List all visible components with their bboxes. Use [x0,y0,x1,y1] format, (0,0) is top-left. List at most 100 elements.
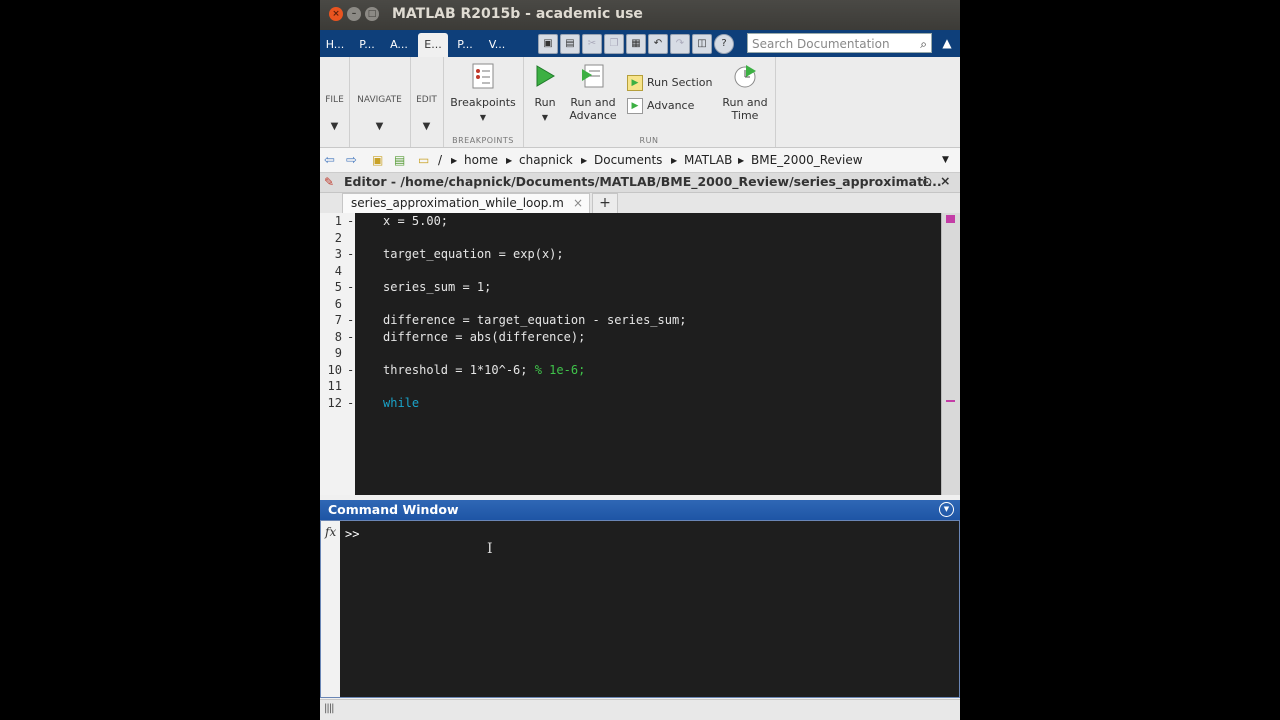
path-segment-documents[interactable]: Documents [594,153,662,167]
function-browser-icon[interactable]: fx [325,525,336,539]
run-icon [536,65,555,87]
window-close-button[interactable]: × [329,7,343,21]
run-and-advance-button[interactable]: Run and Advance [567,63,619,122]
breakpoints-dropdown-icon[interactable]: ▼ [443,111,523,124]
run-dropdown-icon[interactable]: ▼ [529,111,561,124]
window-minimize-button[interactable]: – [347,7,361,21]
paste-icon[interactable]: ▦ [626,34,646,54]
code-line[interactable]: threshold = 1*10^-6; % 1e-6; [383,363,585,377]
help-icon[interactable]: ? [714,34,734,54]
code-text: differnce = abs(difference); [383,329,586,344]
up-folder-icon[interactable]: ▣ [372,153,383,167]
redo-icon[interactable]: ↷ [670,34,690,54]
line-number[interactable]: 6 [320,297,342,311]
line-number[interactable]: 12 [320,396,342,410]
switch-windows-icon[interactable]: ◫ [692,34,712,54]
file-tab-label: series_approximation_while_loop.m [351,196,564,210]
run-and-time-button[interactable]: Run and Time [719,63,771,122]
path-segment-home[interactable]: home [464,153,498,167]
tab-editor[interactable]: E... [418,33,448,57]
breakpoint-marker[interactable]: - [347,363,354,377]
status-bar-grip[interactable]: |||| [324,703,335,714]
command-prompt: >> [345,527,360,541]
tab-home[interactable]: H... [322,33,348,57]
line-number[interactable]: 9 [320,346,342,360]
run-button[interactable]: Run ▼ [529,63,561,124]
code-line[interactable]: series_sum = 1; [383,280,491,294]
undo-icon[interactable]: ↶ [648,34,668,54]
navigate-section[interactable]: NAVIGATE ▼ [349,57,411,147]
breakpoint-marker[interactable]: - [347,396,354,410]
advance-label: Advance [647,99,695,112]
line-number[interactable]: 3 [320,247,342,261]
tab-view[interactable]: V... [484,33,510,57]
path-segment-matlab[interactable]: MATLAB [684,153,732,167]
editor-actions-icon[interactable]: ⊙ [922,174,932,189]
back-arrow-icon[interactable]: ⇦ [324,153,335,168]
cut-icon[interactable]: ✂ [582,34,602,54]
line-number[interactable]: 10 [320,363,342,377]
file-section[interactable]: FILE ▼ [320,57,350,147]
path-separator-icon: ▶ [506,156,513,165]
code-line[interactable]: difference = target_equation - series_su… [383,313,686,327]
search-documentation-input[interactable]: Search Documentation ⌕ [747,33,932,53]
edit-section[interactable]: EDIT ▼ [410,57,444,147]
run-section-button[interactable]: ▶ Run Section [627,75,712,91]
code-line[interactable]: while [383,396,419,410]
breakpoints-button[interactable]: Breakpoints ▼ [443,63,523,124]
line-number[interactable]: 8 [320,330,342,344]
breakpoint-marker[interactable]: - [347,214,354,228]
code-line[interactable]: differnce = abs(difference); [383,330,585,344]
tab-plots[interactable]: P... [354,33,380,57]
forward-arrow-icon[interactable]: ⇨ [346,153,357,168]
code-analyzer-marker[interactable] [946,400,955,402]
edit-dropdown-icon[interactable]: ▼ [410,121,443,132]
breakpoint-marker[interactable]: - [347,280,354,294]
file-tab-close-icon[interactable]: × [573,194,583,212]
breakpoint-marker[interactable]: - [347,313,354,327]
navigate-dropdown-icon[interactable]: ▼ [349,121,410,132]
line-number[interactable]: 4 [320,264,342,278]
window-title: MATLAB R2015b - academic use [392,6,643,22]
advance-icon: ▶ [627,98,643,114]
editor-pencil-icon: ✎ [324,175,335,189]
toolstrip-tab-bar: H... P... A... E... P... V... ▣ ▤ ✂ ❐ ▦ … [320,30,960,57]
window-maximize-button[interactable]: □ [365,7,379,21]
line-number[interactable]: 5 [320,280,342,294]
command-window-actions-icon[interactable]: ▼ [939,502,954,517]
file-tab-series-approximation[interactable]: series_approximation_while_loop.m × [342,193,590,213]
path-root[interactable]: / [438,153,442,167]
tab-apps[interactable]: A... [386,33,412,57]
advance-button[interactable]: ▶ Advance [627,98,694,114]
editor-path: Editor - /home/chapnick/Documents/MATLAB… [344,174,942,189]
run-and-time-icon [734,65,756,88]
code-analyzer-indicator[interactable] [946,215,955,223]
command-window[interactable]: fx >> I [320,520,960,698]
breakpoint-marker[interactable]: - [347,330,354,344]
path-segment-bme-2000-review[interactable]: BME_2000_Review [751,153,863,167]
editor-close-icon[interactable]: × [940,173,950,188]
code-line[interactable]: x = 5.00; [383,214,448,228]
editor-scrollbar[interactable] [941,213,960,495]
copy-icon[interactable]: ❐ [604,34,624,54]
breakpoint-marker[interactable]: - [347,247,354,261]
tab-publish[interactable]: P... [452,33,478,57]
path-segment-chapnick[interactable]: chapnick [519,153,573,167]
save-icon[interactable]: ▤ [560,34,580,54]
breakpoints-label: Breakpoints [450,96,516,109]
collapse-toolstrip-icon[interactable]: ▲ [938,34,956,52]
folder-icon: ▭ [418,153,430,167]
line-number[interactable]: 11 [320,379,342,393]
path-dropdown-icon[interactable]: ▼ [942,155,949,165]
new-icon[interactable]: ▣ [538,34,558,54]
line-number[interactable]: 1 [320,214,342,228]
editor-ribbon: FILE ▼ NAVIGATE ▼ EDIT ▼ Breakpoints ▼ B… [320,57,960,148]
line-number[interactable]: 7 [320,313,342,327]
browse-folder-icon[interactable]: ▤ [394,153,405,167]
code-line[interactable]: target_equation = exp(x); [383,247,564,261]
file-dropdown-icon[interactable]: ▼ [320,121,349,132]
command-window-title: Command Window [328,502,459,517]
new-tab-plus-icon[interactable]: + [592,193,618,213]
run-group-title: RUN [639,136,659,145]
line-number[interactable]: 2 [320,231,342,245]
